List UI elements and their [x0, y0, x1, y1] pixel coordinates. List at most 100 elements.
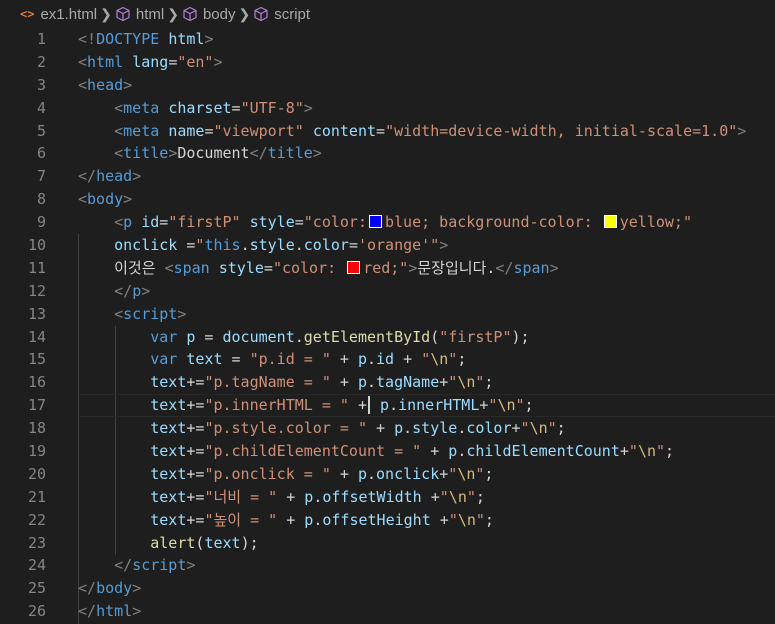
code-token: \n — [457, 464, 476, 483]
code-token: p — [304, 510, 314, 529]
code-token: ; — [556, 419, 566, 438]
code-line[interactable]: 22 text+="높이 = " + p.offsetHeight +"\n"; — [0, 509, 775, 532]
code-token: text — [150, 373, 187, 392]
code-line[interactable]: 18 text+="p.style.color = " + p.style.co… — [0, 417, 775, 440]
color-swatch[interactable] — [603, 215, 617, 229]
code-token: name — [168, 121, 205, 140]
code-token: ; — [475, 487, 485, 506]
breadcrumb-file[interactable]: ex1.html — [40, 6, 97, 23]
code-token: text — [204, 533, 241, 552]
code-token: <! — [78, 30, 97, 48]
code-token: + — [348, 396, 367, 415]
code-token: "p.onclick = " — [204, 464, 331, 483]
code-line[interactable]: 1 <!DOCTYPE html> — [0, 28, 775, 51]
code-line[interactable]: 21 text+="너비 = " + p.offsetWidth +"\n"; — [0, 486, 775, 509]
code-line[interactable]: 7 </head> — [0, 165, 775, 188]
code-token: "p.id = " — [249, 350, 331, 369]
code-token: < — [114, 213, 124, 232]
code-token: "color: — [272, 258, 346, 277]
cube-icon — [254, 6, 268, 22]
code-text: text+="p.style.color = " + p.style.color… — [78, 417, 566, 440]
line-number: 7 — [36, 167, 46, 186]
code-line[interactable]: 2 <html lang="en"> — [0, 51, 775, 74]
code-token: "en" — [177, 52, 214, 71]
code-token: . — [457, 419, 467, 438]
code-line[interactable]: 19 text+="p.childElementCount = " + p.ch… — [0, 440, 775, 463]
code-token: text — [150, 464, 187, 483]
code-line[interactable]: 17 text+="p.innerHTML = " + p.innerHTML+… — [0, 394, 775, 418]
code-token: > — [186, 556, 196, 575]
code-line[interactable]: 14 var p = document.getElementById("firs… — [0, 326, 775, 349]
code-text: text+="너비 = " + p.offsetWidth +"\n"; — [78, 486, 485, 509]
code-line[interactable]: 20 text+="p.onclick = " + p.onclick+"\n"… — [0, 463, 775, 486]
code-token: meta — [123, 98, 160, 117]
code-token: + — [439, 373, 449, 392]
code-token: content — [312, 121, 377, 140]
text-cursor — [368, 396, 370, 415]
code-line[interactable]: 23 alert(text); — [0, 532, 775, 555]
color-swatch[interactable] — [347, 260, 361, 274]
code-line[interactable]: 25 </body> — [0, 577, 775, 600]
code-token: " — [475, 510, 485, 529]
line-number: 9 — [36, 213, 46, 232]
code-line[interactable]: 26 </html> — [0, 600, 775, 623]
code-line[interactable]: 6 <title>Document</title> — [0, 142, 775, 165]
code-token: = — [348, 236, 358, 255]
code-text: text+="높이 = " + p.offsetHeight +"\n"; — [78, 509, 494, 532]
code-text: var text = "p.id = " + p.id + "\n"; — [78, 348, 466, 371]
code-token: \n — [430, 350, 449, 369]
code-line[interactable]: 15 var text = "p.id = " + p.id + "\n"; — [0, 348, 775, 371]
code-line[interactable]: 12 </p> — [0, 280, 775, 303]
code-line[interactable]: 9 <p id="firstP" style="color: blue; back… — [0, 211, 775, 234]
color-swatch[interactable] — [369, 215, 382, 229]
breadcrumb-html[interactable]: html — [115, 6, 164, 23]
code-token: span — [173, 258, 210, 277]
breadcrumb-script[interactable]: script — [253, 6, 310, 23]
code-text: var p = document.getElementById("firstP"… — [78, 326, 529, 349]
code-token: 문장입니다. — [417, 258, 496, 277]
code-token: </ — [78, 602, 97, 621]
code-line[interactable]: 3 <head> — [0, 74, 775, 97]
code-token: style — [218, 258, 264, 277]
breadcrumb-body-label: body — [202, 5, 236, 23]
code-token: = — [263, 258, 273, 277]
line-number: 14 — [27, 327, 46, 346]
code-token: += — [186, 442, 205, 461]
chevron-right-icon: ❯ — [167, 5, 179, 22]
code-token: < — [78, 190, 88, 209]
code-token: p — [123, 213, 133, 232]
code-text: text+="p.innerHTML = " + p.innerHTML+"\n… — [78, 394, 534, 417]
code-token: + — [511, 419, 521, 438]
code-line[interactable]: 10 onclick ="this.style.color='orange'"> — [0, 234, 775, 257]
code-line[interactable]: 8 <body> — [0, 188, 775, 211]
code-token: style — [412, 419, 458, 438]
code-line[interactable]: 13 <script> — [0, 303, 775, 326]
code-token: \n — [529, 419, 548, 438]
breadcrumb-body[interactable]: body — [182, 6, 236, 23]
line-number: 6 — [36, 144, 46, 163]
code-token: script — [123, 304, 178, 323]
code-token: ); — [240, 533, 259, 552]
code-line[interactable]: 11 이것은 <span style="color: red;">문장입니다.<… — [0, 257, 775, 280]
code-line[interactable]: 24 </script> — [0, 554, 775, 577]
code-token: + — [394, 350, 422, 369]
code-token: = — [294, 213, 304, 232]
code-text: <title>Document</title> — [78, 142, 322, 165]
code-editor[interactable]: 1 <!DOCTYPE html> 2 <html lang="en"> 3 <head>… — [0, 28, 775, 624]
code-token: = — [222, 350, 250, 369]
code-token: "p.childElementCount = " — [204, 442, 422, 461]
code-token: > — [132, 579, 142, 598]
code-token: < — [164, 258, 174, 277]
code-token: ; — [665, 442, 675, 461]
code-line[interactable]: 16 text+="p.tagName = " + p.tagName+"\n"… — [0, 371, 775, 394]
code-token: = — [195, 327, 223, 346]
code-line[interactable]: 4 <meta charset="UTF-8"> — [0, 97, 775, 120]
code-token: ; — [484, 373, 494, 392]
code-line[interactable]: 5 <meta name="viewport" content="width=d… — [0, 120, 775, 143]
